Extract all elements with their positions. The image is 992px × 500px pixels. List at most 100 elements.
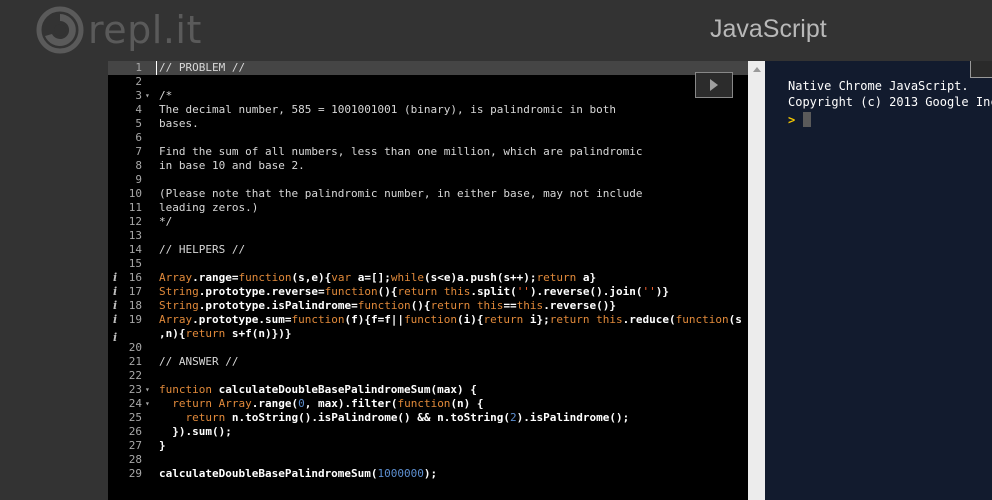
code-line[interactable]: 23 ▾ function calculateDoubleBasePalindrom… [108,383,748,397]
code-line[interactable]: 17 String.prototype.reverse=function(){re… [108,285,748,299]
code-text: // HELPERS // [159,243,245,257]
line-number: 3 [135,89,142,102]
code-text: (Please note that the palindromic number… [159,187,642,201]
editor-scrollbar[interactable] [748,61,765,500]
code-token: while [390,271,424,284]
code-token: 2 [510,411,517,424]
code-token: var [331,271,352,284]
line-number: 25 [128,411,142,424]
line-number: 13 [128,229,142,242]
fold-arrow-icon[interactable]: ▾ [145,89,150,103]
code-token: ); [423,467,438,480]
code-text: return n.toString().isPalindrome() && n.… [159,411,630,425]
console-panel[interactable]: Native Chrome JavaScript. Copyright (c) … [765,61,992,500]
line-number: 29 [128,467,142,480]
code-text: Array.prototype.sum=function(f){f=f||fun… [159,313,742,327]
code-token: return [536,271,577,284]
code-lines[interactable]: 1// PROBLEM //2 3 ▾/* 4 The decimal number, … [108,61,748,481]
code-token: (n) { [450,397,484,410]
code-text: String.prototype.isPalindrome=function()… [159,299,616,313]
code-token: }).sum(); [159,425,232,438]
code-line[interactable]: 28 [108,453,748,467]
code-token: n.toString().isPalindrome() && n.toStrin… [225,411,511,424]
code-line[interactable]: ,n){return s+f(n)})} [108,327,748,341]
code-line[interactable]: 7 Find the sum of all numbers, less than … [108,145,748,159]
code-token: 0 [298,397,305,410]
code-line[interactable]: 18 String.prototype.isPalindrome=function… [108,299,748,313]
code-token: function [291,313,345,326]
code-line[interactable]: 4 The decimal number, 585 = 1001001001 (b… [108,103,748,117]
logo-text: repl.it [88,8,202,52]
line-number: 6 [135,131,142,144]
code-line[interactable]: 26 }).sum(); [108,425,748,439]
code-line[interactable]: 11 leading zeros.) [108,201,748,215]
code-token: // ANSWER // [159,355,239,368]
code-line[interactable]: 1 // PROBLEM // [108,61,748,75]
replit-swirl-logo-icon [36,6,84,54]
line-number: 19 [128,313,142,326]
line-number: 2 [135,75,142,88]
code-token: leading zeros.) [159,201,259,214]
code-token: function [159,383,212,396]
text-cursor [156,61,157,75]
line-number: 21 [128,355,142,368]
language-title: JavaScript [710,15,827,43]
code-line[interactable]: 27} [108,439,748,453]
code-token: 1000000 [377,467,424,480]
code-text: in base 10 and base 2. [159,159,305,173]
console-input-cursor[interactable] [803,112,811,127]
code-line[interactable]: 24 ▾ return Array.range(0, max).filter(fu… [108,397,748,411]
code-token: calculateDoubleBasePalindromeSum(max) { [211,383,477,396]
code-token: this [596,313,623,326]
code-text: ,n){return s+f(n)})} [159,327,291,341]
code-token: (s [728,313,742,326]
code-line[interactable]: 22 [108,369,748,383]
console-corner-box[interactable] [970,61,992,78]
code-token: return [483,313,524,326]
code-line[interactable]: 19 Array.prototype.sum=function(f){f=f||f… [108,313,748,327]
line-number: 4 [135,103,142,116]
code-token: a} [576,271,597,284]
code-token: The decimal number, 585 = 1001001001 (bi… [159,103,616,116]
code-line[interactable]: 14 // HELPERS // [108,243,748,257]
code-line[interactable]: 5 bases. [108,117,748,131]
code-line[interactable]: 29 calculateDoubleBasePalindromeSum(10000… [108,467,748,481]
prompt-chevron-icon: > [788,113,796,127]
code-editor[interactable]: iiiii 1// PROBLEM //2 3 ▾/* 4 The decimal nu… [108,61,748,500]
code-token: return [549,313,590,326]
code-token: ,n){ [159,327,186,340]
code-line[interactable]: 12 */ [108,215,748,229]
code-token: bases. [159,117,199,130]
code-line[interactable]: 15 [108,257,748,271]
code-line[interactable]: 16 Array.range=function(s,e){var a=[];whi… [108,271,748,285]
code-token: '' [642,285,656,298]
fold-arrow-icon[interactable]: ▾ [145,397,150,411]
line-number: 7 [135,145,142,158]
run-button[interactable] [695,72,733,98]
line-number: 18 [128,299,142,312]
code-line[interactable]: 21 // ANSWER // [108,355,748,369]
line-number: 14 [128,243,142,256]
console-line: Copyright (c) 2013 Google Inc [788,95,992,109]
code-line[interactable]: 10 (Please note that the palindromic numb… [108,187,748,201]
scroll-up-arrow-icon[interactable] [753,67,761,72]
code-line[interactable]: 6 [108,131,748,145]
code-line[interactable]: 20 [108,341,748,355]
replit-logo[interactable]: repl.it [36,6,202,54]
code-token: (){ [377,285,398,298]
code-token: (Please note that the palindromic number… [159,187,643,200]
code-token: ).reverse().join( [529,285,643,298]
code-line[interactable]: 8 in base 10 and base 2. [108,159,748,173]
code-line[interactable]: 9 [108,173,748,187]
line-number: 16 [128,271,142,284]
fold-arrow-icon[interactable]: ▾ [145,383,150,397]
code-line[interactable]: 25 return n.toString().isPalindrome() &&… [108,411,748,425]
code-token: } [159,439,166,452]
code-token: .range= [192,271,239,284]
line-number: 11 [128,201,142,214]
code-line[interactable]: 13 [108,229,748,243]
code-text: The decimal number, 585 = 1001001001 (bi… [159,103,616,117]
code-line[interactable]: 2 [108,75,748,89]
code-line[interactable]: 3 ▾ /* [108,89,748,103]
